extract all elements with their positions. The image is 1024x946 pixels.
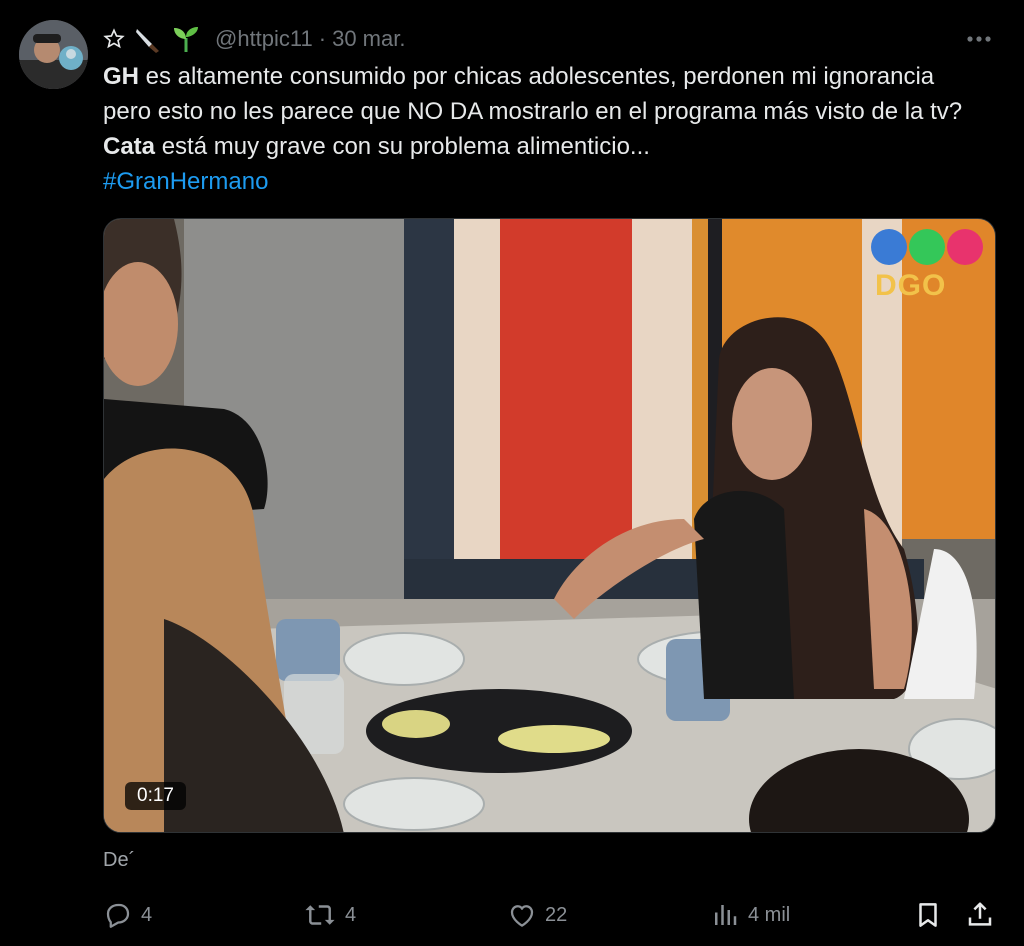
reply-icon [106, 903, 130, 928]
seedling-icon [171, 24, 201, 54]
retweet-button[interactable]: 4 [303, 896, 356, 934]
retweet-icon [305, 905, 335, 925]
tweet-text-part1: es altamente consumido por chicas adoles… [103, 63, 963, 125]
views-button[interactable]: 4 mil [710, 896, 790, 934]
knife-icon [133, 24, 163, 54]
views-count: 4 mil [748, 903, 791, 926]
video-player[interactable]: DGO 0:17 [103, 218, 996, 833]
separator-dot: · [318, 26, 327, 51]
channel-logo-text: DGO [875, 269, 947, 302]
logo-ball-pink [947, 229, 983, 265]
channel-logo: DGO [871, 225, 983, 305]
tweet-text-part2: está muy grave con su problema alimentic… [155, 133, 650, 160]
bookmark-icon [919, 903, 937, 927]
share-icon [968, 902, 992, 926]
action-bar: 4 4 22 4 mil [103, 896, 996, 934]
like-count: 22 [545, 903, 568, 926]
like-button[interactable]: 22 [507, 896, 567, 934]
video-frame [104, 219, 995, 832]
tweet-date[interactable]: 30 mar. [332, 26, 405, 52]
views-icon [715, 905, 737, 925]
video-duration: 0:17 [125, 782, 186, 810]
tweet-text: GH es altamente consumido por chicas ado… [103, 59, 983, 199]
mention-gh: GH [103, 63, 139, 90]
star-icon [103, 28, 125, 50]
translate-label[interactable]: De´ [103, 849, 135, 872]
logo-ball-green [909, 229, 945, 265]
bookmark-button[interactable] [913, 896, 951, 934]
more-options-icon[interactable] [964, 24, 994, 54]
author-handle[interactable]: @httpic11 [215, 26, 313, 52]
hashtag-link[interactable]: #GranHermano [103, 168, 268, 195]
reply-count: 4 [141, 903, 153, 926]
tweet-header: @httpic11 · 30 mar. [103, 24, 405, 54]
heart-icon [510, 905, 534, 927]
tweet: @httpic11 · 30 mar. GH es altamente cons… [0, 0, 1024, 946]
mention-cata: Cata [103, 133, 156, 160]
avatar[interactable] [19, 20, 88, 89]
logo-ball-blue [871, 229, 907, 265]
reply-button[interactable]: 4 [103, 896, 152, 934]
share-button[interactable] [965, 896, 1003, 934]
retweet-count: 4 [345, 903, 357, 926]
